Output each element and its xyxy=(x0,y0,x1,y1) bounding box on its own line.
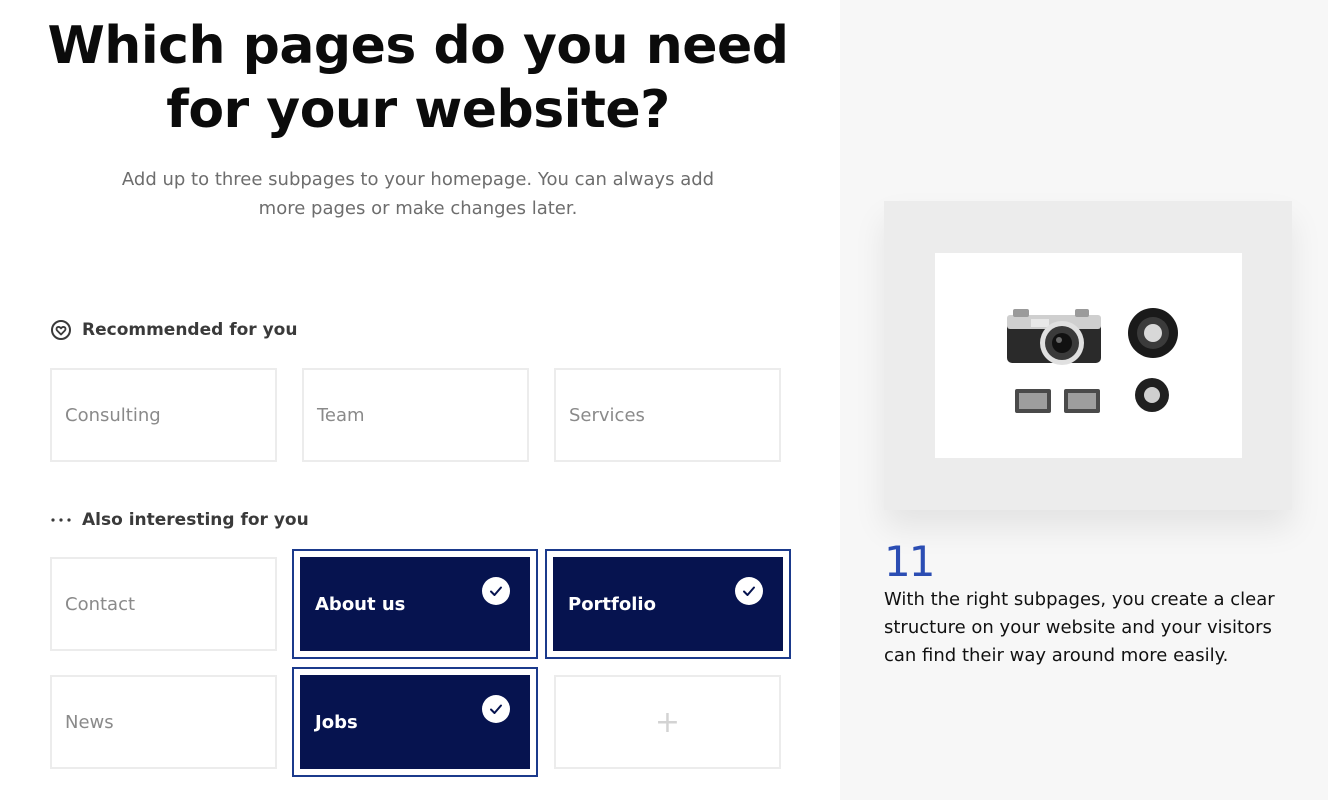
card-label: Contact xyxy=(65,593,136,615)
plus-icon: + xyxy=(654,704,681,740)
page-option-portfolio[interactable]: Portfolio xyxy=(545,549,791,659)
preview-frame xyxy=(884,201,1292,510)
add-page-button[interactable]: + xyxy=(554,675,781,769)
page-option-contact[interactable]: Contact xyxy=(50,557,277,651)
page-option-jobs[interactable]: Jobs xyxy=(292,667,538,777)
heart-icon xyxy=(50,319,72,341)
card-label: About us xyxy=(315,593,406,615)
step-description: With the right subpages, you create a cl… xyxy=(884,589,1275,666)
page-selection-panel: Which pages do you need for your website… xyxy=(0,0,840,800)
page: Which pages do you need for your website… xyxy=(0,0,1328,800)
page-option-news[interactable]: News xyxy=(50,675,277,769)
card-label: Team xyxy=(317,404,365,426)
page-option-consulting[interactable]: Consulting xyxy=(50,368,277,462)
section-label-recommended: Recommended for you xyxy=(82,320,298,340)
info-panel: 11 With the right subpages, you create a… xyxy=(840,0,1328,800)
section-header-recommended: Recommended for you xyxy=(50,319,297,341)
page-subtitle: Add up to three subpages to your homepag… xyxy=(121,169,715,219)
card-label: Jobs xyxy=(315,711,358,733)
page-title: Which pages do you need for your website… xyxy=(47,16,789,140)
card-label: Consulting xyxy=(65,404,161,426)
checkmark-icon xyxy=(482,695,510,723)
more-dots-icon xyxy=(50,509,72,531)
checkmark-icon xyxy=(735,577,763,605)
section-label-also-interesting: Also interesting for you xyxy=(82,510,309,530)
section-header-also-interesting: Also interesting for you xyxy=(50,509,309,531)
card-label: News xyxy=(65,711,114,733)
page-option-team[interactable]: Team xyxy=(302,368,529,462)
checkmark-icon xyxy=(482,577,510,605)
page-option-services[interactable]: Services xyxy=(554,368,781,462)
page-option-about-us[interactable]: About us xyxy=(292,549,538,659)
camera-photo-image xyxy=(935,253,1242,458)
step-number: 11 xyxy=(884,537,935,586)
card-label: Portfolio xyxy=(568,593,656,615)
card-label: Services xyxy=(569,404,645,426)
